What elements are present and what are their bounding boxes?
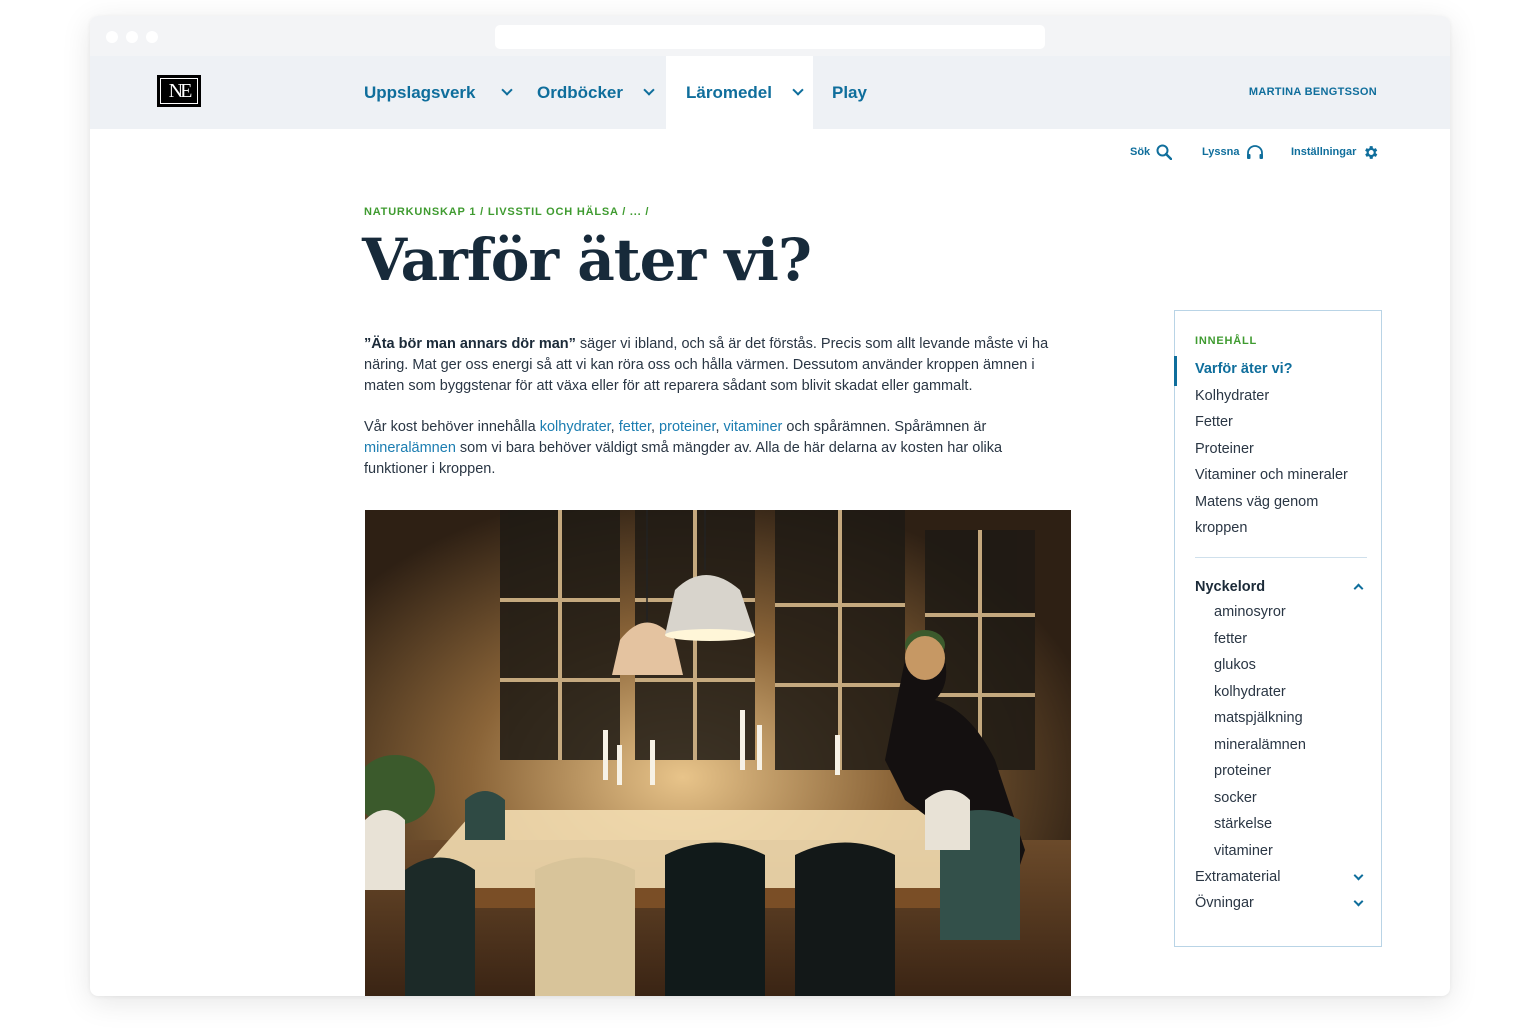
nav-item-label: Läromedel bbox=[686, 82, 772, 102]
settings-label: Inställningar bbox=[1291, 146, 1357, 158]
extramaterial-label: Extramaterial bbox=[1195, 869, 1281, 885]
search-icon bbox=[1156, 144, 1173, 160]
browser-window: NE Uppslagsverk Ordböcker Läromedel Play… bbox=[90, 16, 1450, 996]
chevron-down-icon bbox=[500, 83, 513, 96]
nav-item-laromedel[interactable]: Läromedel bbox=[666, 56, 813, 129]
keywords-heading: Nyckelord bbox=[1195, 579, 1266, 595]
search-label: Sök bbox=[1130, 146, 1151, 158]
keyword-item[interactable]: stärkelse bbox=[1214, 811, 1306, 838]
ne-logo[interactable]: NE bbox=[157, 75, 201, 107]
toc-item[interactable]: kroppen bbox=[1175, 515, 1381, 542]
exercises-toggle[interactable]: Övningar bbox=[1195, 891, 1367, 915]
toc-divider bbox=[1195, 557, 1367, 558]
settings-tool[interactable]: Inställningar bbox=[1291, 142, 1379, 162]
intro-quote: ”Äta bör man annars dör man” bbox=[364, 336, 576, 352]
toc-item[interactable]: Proteiner bbox=[1175, 436, 1381, 463]
nutrients-paragraph: Vår kost behöver innehålla kolhydrater, … bbox=[364, 417, 1064, 480]
user-name[interactable]: MARTINA BENGTSSON bbox=[1249, 86, 1377, 98]
toc-heading: INNEHÅLL bbox=[1195, 335, 1258, 347]
address-bar[interactable] bbox=[495, 25, 1045, 49]
nav-item-play[interactable]: Play bbox=[832, 56, 867, 129]
listen-tool[interactable]: Lyssna bbox=[1202, 142, 1264, 162]
keyword-item[interactable]: vitaminer bbox=[1214, 838, 1306, 865]
keyword-item[interactable]: socker bbox=[1214, 785, 1306, 812]
keyword-item[interactable]: matspjälkning bbox=[1214, 705, 1306, 732]
top-navigation: NE Uppslagsverk Ordböcker Läromedel Play… bbox=[90, 56, 1450, 129]
link-vitaminer[interactable]: vitaminer bbox=[724, 419, 783, 435]
text-span: som vi bara behöver väldigt små mängder … bbox=[364, 440, 1003, 477]
search-tool[interactable]: Sök bbox=[1130, 142, 1173, 162]
nav-item-ordbocker[interactable]: Ordböcker bbox=[537, 56, 687, 129]
text-span: Vår kost behöver innehålla bbox=[364, 419, 540, 435]
toc-item[interactable]: Varför äter vi? bbox=[1174, 356, 1381, 386]
link-kolhydrater[interactable]: kolhydrater bbox=[540, 419, 611, 435]
toc-item[interactable]: Vitaminer och mineraler bbox=[1175, 462, 1381, 489]
headphones-icon bbox=[1246, 144, 1264, 160]
keywords-toggle[interactable]: Nyckelord bbox=[1195, 575, 1367, 599]
gear-icon bbox=[1362, 144, 1379, 161]
keyword-item[interactable]: glukos bbox=[1214, 652, 1306, 679]
nav-item-label: Play bbox=[832, 82, 867, 102]
browser-chrome bbox=[90, 16, 1450, 56]
intro-paragraph: ”Äta bör man annars dör man” säger vi ib… bbox=[364, 334, 1064, 397]
window-dot-minimize[interactable] bbox=[126, 31, 138, 43]
link-mineralamnen[interactable]: mineralämnen bbox=[364, 440, 456, 456]
text-span: , bbox=[715, 419, 724, 435]
keyword-item[interactable]: proteiner bbox=[1214, 758, 1306, 785]
text-span: , bbox=[610, 419, 619, 435]
keywords-list: aminosyror fetter glukos kolhydrater mat… bbox=[1214, 599, 1306, 864]
window-dot-maximize[interactable] bbox=[146, 31, 158, 43]
text-span: , bbox=[650, 419, 660, 435]
link-fetter[interactable]: fetter bbox=[619, 419, 651, 435]
keyword-item[interactable]: mineralämnen bbox=[1214, 732, 1306, 759]
table-of-contents: INNEHÅLL Varför äter vi? Kolhydrater Fet… bbox=[1174, 310, 1382, 947]
breadcrumb[interactable]: NATURKUNSKAP 1 / LIVSSTIL OCH HÄLSA / ..… bbox=[364, 206, 649, 218]
dinner-table-photo bbox=[365, 510, 1071, 996]
toc-item[interactable]: Fetter bbox=[1175, 409, 1381, 436]
chevron-down-icon bbox=[792, 83, 804, 96]
toc-item[interactable]: Matens väg genom bbox=[1175, 489, 1381, 516]
nav-item-label: Uppslagsverk bbox=[364, 82, 476, 102]
chevron-down-icon bbox=[1353, 870, 1364, 881]
keyword-item[interactable]: kolhydrater bbox=[1214, 679, 1306, 706]
logo-text: NE bbox=[168, 79, 193, 102]
chevron-up-icon bbox=[1353, 583, 1364, 594]
nav-item-uppslagsverk[interactable]: Uppslagsverk bbox=[364, 56, 522, 129]
link-proteiner[interactable]: proteiner bbox=[659, 419, 715, 435]
chevron-down-icon bbox=[1353, 896, 1364, 907]
toc-list: Varför äter vi? Kolhydrater Fetter Prote… bbox=[1174, 356, 1381, 542]
keyword-item[interactable]: aminosyror bbox=[1214, 599, 1306, 626]
window-dot-close[interactable] bbox=[106, 31, 118, 43]
listen-label: Lyssna bbox=[1202, 146, 1240, 158]
toc-item[interactable]: Kolhydrater bbox=[1175, 383, 1381, 410]
nav-item-label: Ordböcker bbox=[537, 82, 623, 102]
extramaterial-toggle[interactable]: Extramaterial bbox=[1195, 865, 1367, 889]
keyword-item[interactable]: fetter bbox=[1214, 626, 1306, 653]
text-span: och spårämnen. Spårämnen är bbox=[782, 419, 987, 435]
exercises-label: Övningar bbox=[1195, 895, 1254, 911]
page-title: Varför äter vi? bbox=[362, 226, 812, 294]
chevron-down-icon bbox=[643, 83, 655, 96]
